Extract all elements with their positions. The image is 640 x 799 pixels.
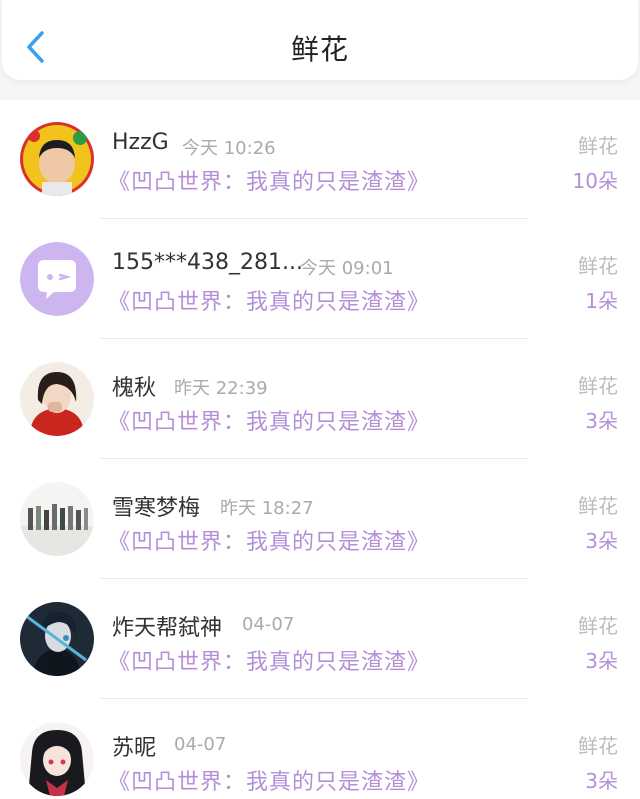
divider bbox=[100, 458, 528, 459]
user-name: 炸天帮弑神 bbox=[112, 616, 223, 641]
timestamp: 今天 10:26 bbox=[182, 138, 276, 159]
book-title[interactable]: 《凹凸世界：我真的只是渣渣》 bbox=[108, 284, 430, 316]
avatar[interactable] bbox=[20, 482, 94, 556]
timestamp: 昨天 22:39 bbox=[174, 378, 268, 399]
book-title[interactable]: 《凹凸世界：我真的只是渣渣》 bbox=[108, 524, 430, 556]
gift-type: 鲜花 bbox=[578, 494, 618, 518]
gift-count: 3朵 bbox=[585, 769, 618, 793]
timestamp: 04-07 bbox=[174, 734, 227, 755]
divider bbox=[100, 338, 528, 339]
divider bbox=[100, 218, 528, 219]
avatar[interactable] bbox=[20, 242, 94, 316]
timestamp: 今天 09:01 bbox=[300, 258, 394, 279]
gift-type: 鲜花 bbox=[578, 134, 618, 158]
page-title: 鲜花 bbox=[290, 33, 349, 66]
list-item[interactable]: 苏昵 04-07 《凹凸世界：我真的只是渣渣》 鲜花 3朵 bbox=[0, 700, 640, 799]
gift-type: 鲜花 bbox=[578, 614, 618, 638]
flower-list: HzzG 今天 10:26 《凹凸世界：我真的只是渣渣》 鲜花 10朵 155*… bbox=[0, 100, 640, 799]
list-item[interactable]: 炸天帮弑神 04-07 《凹凸世界：我真的只是渣渣》 鲜花 3朵 bbox=[0, 580, 640, 699]
timestamp: 04-07 bbox=[242, 614, 295, 635]
gift-type: 鲜花 bbox=[578, 734, 618, 758]
gift-count: 3朵 bbox=[585, 649, 618, 673]
user-name: 雪寒梦梅 bbox=[112, 496, 201, 521]
gift-type: 鲜花 bbox=[578, 374, 618, 398]
gift-type: 鲜花 bbox=[578, 254, 618, 278]
book-title[interactable]: 《凹凸世界：我真的只是渣渣》 bbox=[108, 764, 430, 796]
avatar[interactable] bbox=[20, 362, 94, 436]
user-name: 155***438_281... bbox=[112, 250, 303, 275]
list-item[interactable]: 槐秋 昨天 22:39 《凹凸世界：我真的只是渣渣》 鲜花 3朵 bbox=[0, 340, 640, 459]
avatar[interactable] bbox=[20, 722, 94, 796]
avatar[interactable] bbox=[20, 122, 94, 196]
list-item[interactable]: HzzG 今天 10:26 《凹凸世界：我真的只是渣渣》 鲜花 10朵 bbox=[0, 100, 640, 219]
book-title[interactable]: 《凹凸世界：我真的只是渣渣》 bbox=[108, 164, 430, 196]
user-name: 槐秋 bbox=[112, 376, 157, 401]
gift-count: 10朵 bbox=[572, 169, 618, 193]
user-name: 苏昵 bbox=[112, 736, 157, 761]
divider bbox=[100, 698, 528, 699]
divider bbox=[100, 578, 528, 579]
book-title[interactable]: 《凹凸世界：我真的只是渣渣》 bbox=[108, 644, 430, 676]
list-item[interactable]: 155***438_281... 今天 09:01 《凹凸世界：我真的只是渣渣》… bbox=[0, 220, 640, 339]
gift-count: 1朵 bbox=[585, 289, 618, 313]
list-item[interactable]: 雪寒梦梅 昨天 18:27 《凹凸世界：我真的只是渣渣》 鲜花 3朵 bbox=[0, 460, 640, 579]
top-bar: 鲜花 bbox=[2, 0, 638, 80]
gift-count: 3朵 bbox=[585, 529, 618, 553]
avatar[interactable] bbox=[20, 602, 94, 676]
book-title[interactable]: 《凹凸世界：我真的只是渣渣》 bbox=[108, 404, 430, 436]
user-name: HzzG bbox=[112, 130, 169, 155]
timestamp: 昨天 18:27 bbox=[220, 498, 314, 519]
gift-count: 3朵 bbox=[585, 409, 618, 433]
